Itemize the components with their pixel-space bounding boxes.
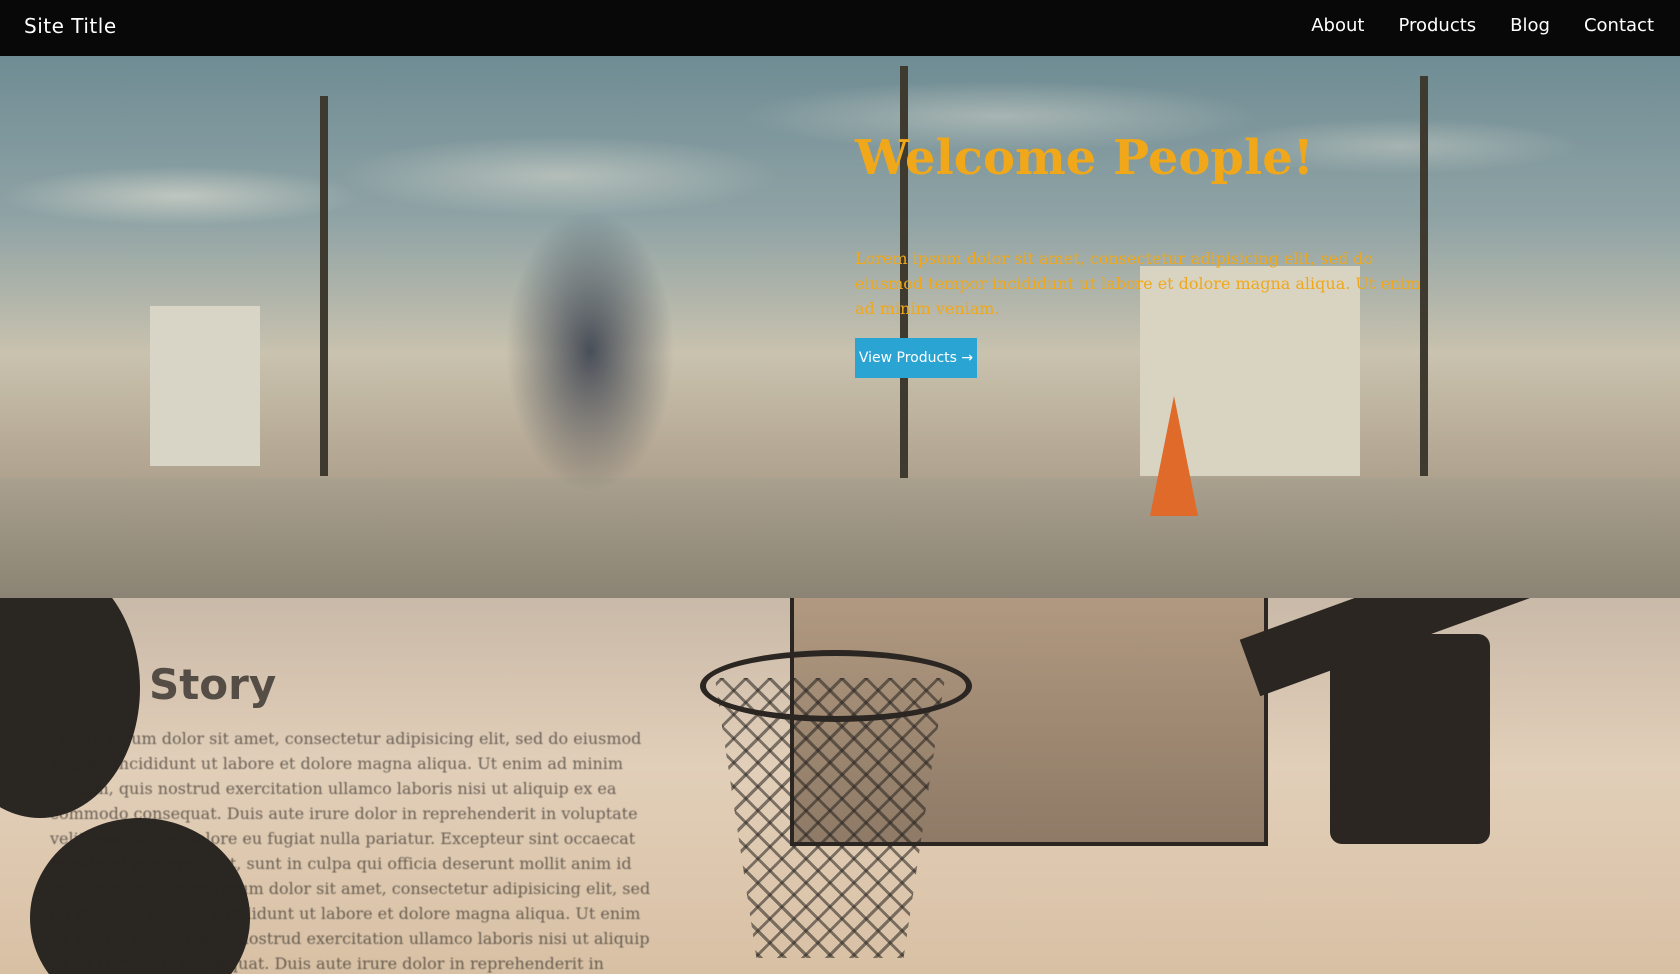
nav-link-contact[interactable]: Contact bbox=[1584, 15, 1654, 36]
hero-traffic-cone bbox=[1150, 396, 1198, 516]
hero-title: Welcome People! bbox=[855, 130, 1314, 186]
story-text: Lorem ipsum dolor sit amet, consectetur … bbox=[50, 729, 651, 973]
nav-link-blog[interactable]: Blog bbox=[1510, 15, 1550, 36]
top-navbar: Site Title About Products Blog Contact bbox=[0, 0, 1680, 56]
hero-section: Welcome People! Lorem ipsum dolor sit am… bbox=[0, 56, 1680, 598]
hero-background-palm bbox=[320, 96, 328, 476]
story-background-rim bbox=[700, 650, 972, 722]
story-section: Our Story Lorem ipsum dolor sit amet, co… bbox=[0, 598, 1680, 974]
site-title[interactable]: Site Title bbox=[24, 14, 117, 38]
story-background-pole-plate bbox=[1330, 634, 1490, 844]
hero-skater-image bbox=[440, 131, 740, 571]
nav-link-about[interactable]: About bbox=[1311, 15, 1364, 36]
nav-link-products[interactable]: Products bbox=[1398, 15, 1476, 36]
nav-links: About Products Blog Contact bbox=[1311, 15, 1654, 36]
hero-background-building bbox=[150, 306, 260, 466]
view-products-button[interactable]: View Products → bbox=[855, 338, 977, 378]
hero-background-ground bbox=[0, 478, 1680, 598]
hero-text: Lorem ipsum dolor sit amet, consectetur … bbox=[855, 249, 1421, 318]
story-title: Our Story bbox=[48, 660, 277, 709]
